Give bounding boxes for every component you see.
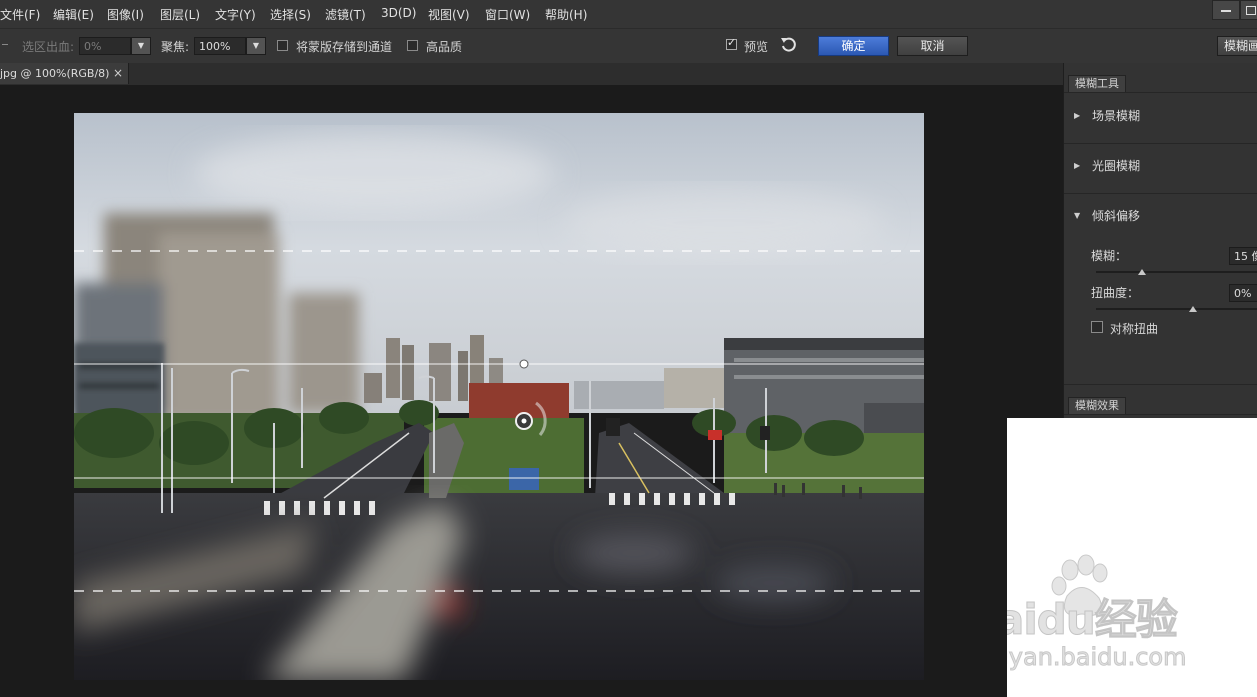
restore-icon xyxy=(1246,6,1256,15)
selection-bleed-label: 选区出血: xyxy=(22,40,75,54)
selection-bleed-dropdown[interactable]: ▼ xyxy=(131,37,151,55)
toolbar-grip xyxy=(2,44,8,45)
field-blur-section[interactable]: ▶ 场景模糊 xyxy=(1064,93,1257,144)
symmetric-distortion-checkbox[interactable] xyxy=(1091,321,1103,333)
baidu-watermark: Baidu经验 jingyan.baidu.com xyxy=(1007,418,1257,697)
document-tab[interactable]: jpg @ 100%(RGB/8) × xyxy=(0,63,129,84)
preview-checkbox[interactable]: ✓ xyxy=(726,36,737,50)
save-mask-checkbox[interactable] xyxy=(277,40,288,51)
minimize-button[interactable] xyxy=(1212,0,1240,20)
triangle-right-icon: ▶ xyxy=(1074,111,1081,120)
tilt-shift-label: 倾斜偏移 xyxy=(1092,209,1141,223)
distortion-slider-thumb[interactable] xyxy=(1189,306,1197,312)
menu-filter[interactable]: 滤镜(T) xyxy=(325,6,366,23)
preview-label: 预览 xyxy=(744,40,769,54)
triangle-down-icon: ▼ xyxy=(1074,211,1081,220)
chevron-down-icon: ▼ xyxy=(137,41,145,50)
image-canvas[interactable] xyxy=(74,113,924,680)
symmetric-distortion-label: 对称扭曲 xyxy=(1110,322,1159,336)
blur-amount-field[interactable]: 15 像 xyxy=(1229,247,1257,265)
minimize-icon xyxy=(1221,10,1231,12)
menu-select[interactable]: 选择(S) xyxy=(270,6,311,23)
high-quality-label: 高品质 xyxy=(426,40,463,54)
tab-blur-effects[interactable]: 模糊效果 xyxy=(1068,397,1126,415)
close-icon[interactable]: × xyxy=(113,66,123,80)
watermark-url: jingyan.baidu.com xyxy=(1007,643,1187,672)
reset-icon[interactable] xyxy=(780,36,797,53)
panel-divider xyxy=(1064,414,1257,415)
ok-button[interactable]: 确定 xyxy=(818,36,889,56)
restore-button[interactable] xyxy=(1240,0,1257,20)
high-quality-checkbox[interactable] xyxy=(407,40,418,51)
focus-field[interactable]: 100% xyxy=(194,37,246,55)
blur-amount-slider[interactable] xyxy=(1096,271,1257,273)
iris-blur-label: 光圈模糊 xyxy=(1092,159,1141,173)
blur-amount-label: 模糊： xyxy=(1091,249,1128,263)
chevron-down-icon: ▼ xyxy=(252,41,260,50)
selection-bleed-field[interactable]: 0% xyxy=(79,37,131,55)
tilt-shift-section[interactable]: ▼ 倾斜偏移 模糊： 15 像 扭曲度： 0% 对称扭曲 xyxy=(1064,194,1257,385)
menu-edit[interactable]: 编辑(E) xyxy=(53,6,94,23)
menu-image[interactable]: 图像(I) xyxy=(107,6,144,23)
focus-label: 聚焦: xyxy=(161,40,190,54)
save-mask-label: 将蒙版存储到通道 xyxy=(296,40,393,54)
field-blur-label: 场景模糊 xyxy=(1092,109,1141,123)
menu-layer[interactable]: 图层(L) xyxy=(160,6,200,23)
distortion-slider[interactable] xyxy=(1096,308,1257,310)
canvas-photo xyxy=(74,113,924,680)
triangle-right-icon: ▶ xyxy=(1074,161,1081,170)
distortion-label: 扭曲度： xyxy=(1091,286,1140,300)
distortion-field[interactable]: 0% xyxy=(1229,284,1257,302)
menu-file[interactable]: 文件(F) xyxy=(0,6,40,23)
iris-blur-section[interactable]: ▶ 光圈模糊 xyxy=(1064,144,1257,194)
focus-dropdown[interactable]: ▼ xyxy=(246,37,266,55)
workspace-button[interactable]: 模糊画 xyxy=(1217,36,1257,56)
cancel-button[interactable]: 取消 xyxy=(897,36,968,56)
tab-blur-tools[interactable]: 模糊工具 xyxy=(1068,75,1126,93)
options-bar: 选区出血: 0% ▼ 聚焦: 100% ▼ 将蒙版存储到通道 高品质 ✓ 预览 … xyxy=(0,28,1257,64)
document-tab-title: jpg @ 100%(RGB/8) xyxy=(0,67,110,80)
blur-amount-slider-thumb[interactable] xyxy=(1138,269,1146,275)
menu-3d[interactable]: 3D(D) xyxy=(381,6,416,20)
menu-view[interactable]: 视图(V) xyxy=(428,6,470,23)
document-tab-bar: jpg @ 100%(RGB/8) × xyxy=(0,63,1063,85)
checkmark-icon: ✓ xyxy=(727,36,737,49)
menu-type[interactable]: 文字(Y) xyxy=(215,6,256,23)
watermark-brand: Baidu经验 xyxy=(1007,595,1178,645)
menu-bar: 文件(F) 编辑(E) 图像(I) 图层(L) 文字(Y) 选择(S) 滤镜(T… xyxy=(0,0,1257,28)
menu-help[interactable]: 帮助(H) xyxy=(545,6,587,23)
menu-window[interactable]: 窗口(W) xyxy=(485,6,530,23)
